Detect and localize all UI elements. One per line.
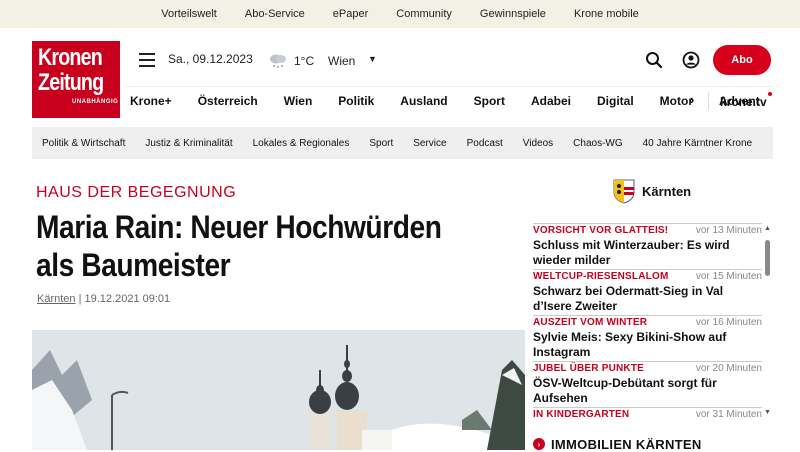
live-indicator-dot (768, 92, 772, 96)
user-account-icon[interactable] (682, 51, 700, 69)
subnav-item-sport[interactable]: Sport (369, 138, 393, 149)
article-meta: Kärnten | 19.12.2021 09:01 (37, 293, 170, 305)
chevron-down-icon[interactable]: ▼ (368, 54, 377, 64)
cloud-snow-icon (270, 54, 286, 68)
chevron-right-icon[interactable]: › (690, 92, 694, 107)
ticker-scrollbar-thumb[interactable] (765, 240, 770, 276)
ticker-time: vor 20 Minuten (695, 363, 762, 374)
nav-item-politik[interactable]: Politik (338, 94, 374, 108)
sub-navigation: Politik & Wirtschaft Justiz & Kriminalit… (32, 127, 773, 159)
ticker-kicker: JUBEL ÜBER PUNKTE (533, 363, 645, 374)
topbar-link-abo-service[interactable]: Abo-Service (231, 8, 319, 20)
logo-tagline: UNABHÄNGIG (72, 99, 119, 105)
topbar-link-epaper[interactable]: ePaper (319, 8, 382, 20)
nav-item-wien[interactable]: Wien (284, 94, 313, 108)
nav-item-digital[interactable]: Digital (597, 94, 634, 108)
ticker-title[interactable]: ÖSV-Weltcup-Debütant sorgt für Aufsehen (533, 376, 762, 406)
ticker-kicker: WELTCUP-RIESENSLALOM (533, 271, 669, 282)
subnav-item-service[interactable]: Service (413, 138, 446, 149)
topbar-link-gewinnspiele[interactable]: Gewinnspiele (466, 8, 560, 20)
nav-item-sport[interactable]: Sport (474, 94, 505, 108)
subnav-item-podcast[interactable]: Podcast (467, 138, 503, 149)
ticker-kicker: VORSICHT VOR GLATTEIS! (533, 225, 669, 236)
nav-divider (708, 92, 709, 110)
church-winter-photo (32, 330, 525, 450)
city-select[interactable]: Wien (328, 54, 355, 68)
subnav-item-chaos-wg[interactable]: Chaos-WG (573, 138, 622, 149)
topbar-link-community[interactable]: Community (382, 8, 466, 20)
logo-line-2: Zeitung (38, 69, 104, 96)
scroll-down-arrow-icon[interactable]: ▼ (764, 409, 771, 416)
main-navigation: Krone+ Österreich Wien Politik Ausland S… (130, 88, 772, 114)
abo-button[interactable]: Abo (713, 45, 771, 75)
subnav-item-politik-wirtschaft[interactable]: Politik & Wirtschaft (42, 138, 125, 149)
scroll-up-arrow-icon[interactable]: ▲ (764, 225, 771, 232)
ticker-item[interactable]: VORSICHT VOR GLATTEIS! vor 13 Minuten Sc… (533, 223, 762, 268)
news-ticker: VORSICHT VOR GLATTEIS! vor 13 Minuten Sc… (533, 223, 762, 423)
header-date: Sa., 09.12.2023 (168, 52, 253, 66)
subnav-item-lokales-regionales[interactable]: Lokales & Regionales (253, 138, 350, 149)
header-temperature: 1°C (294, 54, 315, 68)
topbar-link-krone-mobile[interactable]: Krone mobile (560, 8, 653, 20)
ticker-item[interactable]: AUSZEIT VOM WINTER vor 16 Minuten Sylvie… (533, 315, 762, 360)
top-utility-bar: Vorteilswelt Abo-Service ePaper Communit… (0, 0, 800, 28)
ticker-kicker: AUSZEIT VOM WINTER (533, 317, 648, 328)
nav-item-motor[interactable]: Motor (660, 94, 693, 108)
menu-icon[interactable] (139, 53, 155, 67)
ticker-item[interactable]: IN KINDERGARTEN vor 31 Minuten (533, 407, 762, 422)
subnav-item-justiz-kriminalitaet[interactable]: Justiz & Kriminalität (145, 138, 232, 149)
nav-item-krone-plus[interactable]: Krone+ (130, 94, 172, 108)
ticker-time: vor 15 Minuten (695, 271, 762, 282)
article-kicker: HAUS DER BEGEGNUNG (36, 184, 237, 201)
article-hero-image (32, 330, 525, 450)
article-category-link[interactable]: Kärnten (37, 293, 76, 305)
logo-line-1: Kronen (38, 44, 103, 71)
ticker-item[interactable]: JUBEL ÜBER PUNKTE vor 20 Minuten ÖSV-Wel… (533, 361, 762, 406)
chevron-right-icon: › (533, 438, 545, 450)
ticker-kicker: IN KINDERGARTEN (533, 409, 630, 420)
nav-item-krone-tv[interactable]: krone.tv (720, 95, 767, 109)
topbar-link-vorteilswelt[interactable]: Vorteilswelt (147, 8, 231, 20)
region-header[interactable]: Kärnten (611, 178, 761, 204)
region-label: Kärnten (642, 184, 692, 199)
subnav-item-videos[interactable]: Videos (523, 138, 553, 149)
ticker-item[interactable]: WELTCUP-RIESENSLALOM vor 15 Minuten Schw… (533, 269, 762, 314)
ticker-time: vor 16 Minuten (695, 317, 762, 328)
kronen-zeitung-logo[interactable]: Kronen Zeitung UNABHÄNGIG (32, 41, 120, 118)
subnav-item-40-jahre[interactable]: 40 Jahre Kärntner Krone (643, 138, 753, 149)
nav-item-oesterreich[interactable]: Österreich (198, 94, 258, 108)
article-date: 19.12.2021 09:01 (84, 293, 171, 305)
ticker-title[interactable]: Schluss mit Winterzauber: Es wird wieder… (533, 238, 762, 268)
search-icon[interactable] (645, 51, 663, 69)
article-headline: Maria Rain: Neuer Hochwürden als Baumeis… (36, 209, 442, 283)
kaernten-crest-icon (613, 179, 635, 204)
ticker-time: vor 31 Minuten (695, 409, 762, 420)
ticker-title[interactable]: Sylvie Meis: Sexy Bikini-Show auf Instag… (533, 330, 762, 360)
nav-separator (126, 86, 772, 87)
ticker-title[interactable]: Schwarz bei Odermatt-Sieg in Val d’Isere… (533, 284, 762, 314)
nav-item-ausland[interactable]: Ausland (400, 94, 447, 108)
nav-item-adabei[interactable]: Adabei (531, 94, 571, 108)
ticker-time: vor 13 Minuten (695, 225, 762, 236)
